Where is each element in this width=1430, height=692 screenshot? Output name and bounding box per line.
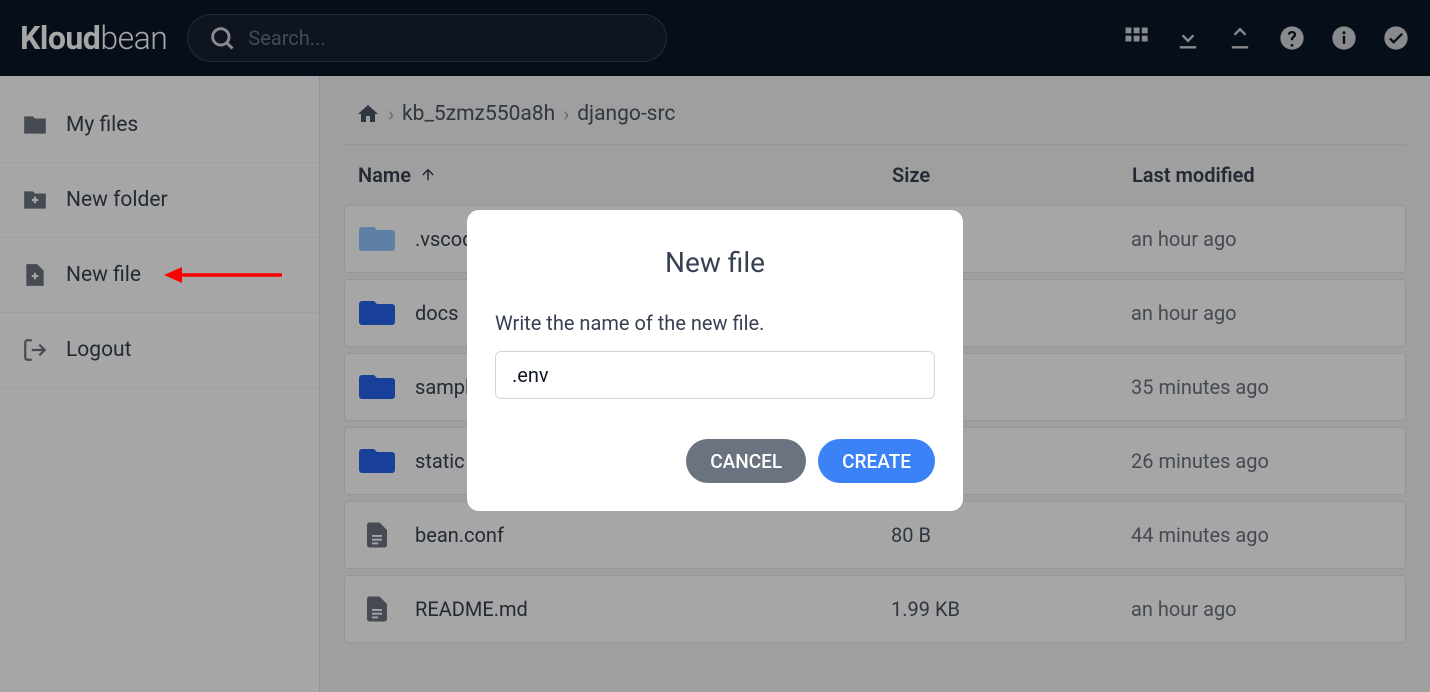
new-file-modal: New file Write the name of the new file.… <box>467 210 963 511</box>
modal-label: Write the name of the new file. <box>495 311 935 335</box>
modal-actions: CANCEL CREATE <box>495 439 935 483</box>
modal-title: New file <box>495 246 935 279</box>
cancel-button[interactable]: CANCEL <box>686 439 806 483</box>
create-button[interactable]: CREATE <box>818 439 935 483</box>
filename-input[interactable] <box>495 351 935 399</box>
modal-overlay[interactable]: New file Write the name of the new file.… <box>0 0 1430 692</box>
